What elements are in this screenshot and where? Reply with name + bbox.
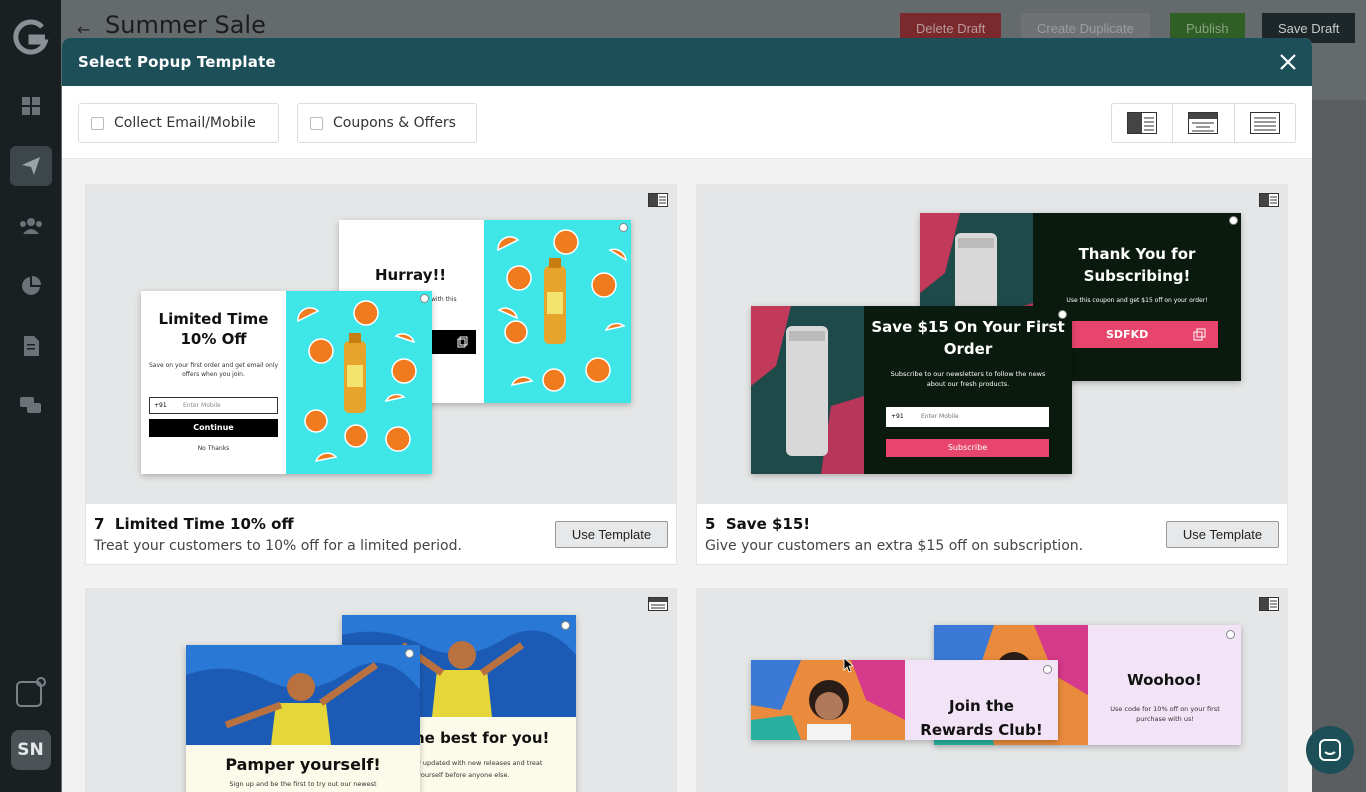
layout-split-icon	[648, 193, 668, 207]
close-icon	[561, 621, 570, 630]
close-icon	[405, 649, 414, 658]
template-card[interactable]: Woohoo! Use code for 10% off on your fir…	[696, 588, 1288, 792]
template-preview: Hurray!! with this Limited Time 10% Off …	[86, 185, 676, 504]
notification-icon[interactable]	[15, 676, 47, 712]
popup-text: Save on your first order and get email o…	[148, 362, 279, 378]
close-icon[interactable]	[1274, 48, 1302, 76]
popup-text: Use code for 10% off on your first purch…	[1110, 705, 1220, 723]
use-template-button[interactable]: Use Template	[1166, 521, 1279, 548]
layout-banner-icon[interactable]	[1173, 104, 1235, 142]
popup-preview-front: Save $15 On Your First Order Subscribe t…	[751, 306, 1072, 474]
oranges-image	[484, 220, 631, 403]
popup-text: Subscribe to our newsletters to follow t…	[890, 370, 1046, 388]
users-icon[interactable]	[10, 206, 52, 246]
template-preview: Woohoo! Use code for 10% off on your fir…	[697, 589, 1287, 792]
close-icon	[1043, 665, 1052, 674]
popup-text: with this	[431, 296, 457, 303]
checkbox[interactable]	[91, 116, 104, 130]
template-title: 7 Limited Time 10% off	[94, 515, 294, 533]
layout-split-icon	[1259, 193, 1279, 207]
chat-icon[interactable]	[10, 386, 52, 426]
copy-code-box	[429, 330, 476, 354]
filter-bar: Collect Email/Mobile Coupons & Offers	[62, 86, 1312, 159]
template-modal: Select Popup Template Collect Email/Mobi…	[62, 38, 1312, 792]
popup-title: Save $15 On Your First Order	[871, 318, 1065, 358]
filter-label: Collect Email/Mobile	[114, 115, 256, 131]
popup-title: Pamper yourself!	[225, 755, 381, 774]
popup-preview-front: Pamper yourself! Sign up and be the firs…	[186, 645, 420, 792]
template-preview: Thank You for Subscribing! Use this coup…	[697, 185, 1287, 504]
layout-split-icon[interactable]	[1112, 104, 1174, 142]
modal-header: Select Popup Template	[62, 38, 1312, 86]
template-card[interactable]: he best for you! y updated with new rele…	[85, 588, 677, 792]
modal-title: Select Popup Template	[78, 53, 276, 71]
documents-icon[interactable]	[10, 326, 52, 366]
template-description: Give your customers an extra $15 off on …	[705, 538, 1084, 554]
popup-text: y updated with new releases and treat yo…	[417, 759, 543, 779]
popup-title: Woohoo!	[1127, 671, 1202, 689]
close-icon	[1229, 216, 1238, 225]
popup-text: Sign up and be the first to try out our …	[229, 780, 377, 788]
analytics-icon[interactable]	[10, 266, 52, 306]
popup-button: Continue	[149, 419, 278, 437]
close-icon	[1226, 630, 1235, 639]
template-title: 5 Save $15!	[705, 515, 811, 533]
template-description: Treat your customers to 10% off for a li…	[94, 538, 462, 554]
coupons-filter[interactable]: Coupons & Offers	[297, 103, 477, 143]
collect-email-filter[interactable]: Collect Email/Mobile	[78, 103, 279, 143]
popup-text: Use this coupon and get $15 off on your …	[1066, 297, 1208, 304]
popup-preview-front: Limited Time 10% Off Save on your first …	[141, 291, 432, 474]
chat-icon	[1319, 739, 1341, 761]
template-card[interactable]: Thank You for Subscribing! Use this coup…	[696, 184, 1288, 565]
phone-input: +91 Enter Mobile	[149, 397, 278, 414]
use-template-button[interactable]: Use Template	[555, 521, 668, 548]
layout-split-icon	[1259, 597, 1279, 611]
close-icon	[1058, 310, 1067, 319]
mural-image	[751, 660, 905, 740]
template-card[interactable]: Hurray!! with this Limited Time 10% Off …	[85, 184, 677, 565]
popup-skip-link: No Thanks	[197, 445, 230, 452]
close-icon	[619, 223, 628, 232]
layout-selector	[1111, 103, 1296, 143]
back-arrow-icon[interactable]: ←	[77, 20, 90, 39]
popup-title: he best for you!	[414, 729, 550, 747]
close-icon	[420, 294, 429, 303]
campaigns-icon[interactable]	[9, 146, 52, 186]
page-title: Summer Sale	[105, 11, 266, 39]
popup-title: Thank You for Subscribing!	[1078, 245, 1196, 285]
popup-preview-front: Join the Rewards Club!	[751, 660, 1058, 740]
phone-input: +91 Enter Mobile	[886, 407, 1049, 427]
avatar[interactable]: SN	[10, 730, 51, 770]
product-image	[751, 306, 864, 474]
chat-support-button[interactable]	[1306, 726, 1354, 774]
oranges-image	[286, 291, 432, 474]
sidebar: SN	[0, 0, 61, 792]
popup-title: Limited Time 10% Off	[158, 310, 269, 348]
popup-title: Join the Rewards Club!	[920, 697, 1043, 739]
mouse-cursor-icon	[843, 657, 855, 673]
pool-image	[186, 645, 420, 745]
layout-banner-icon	[648, 597, 668, 611]
background-panel	[1311, 100, 1366, 792]
brand-logo	[12, 19, 49, 55]
checkbox[interactable]	[310, 116, 323, 130]
dashboard-icon[interactable]	[10, 86, 52, 126]
popup-button: Subscribe	[886, 439, 1049, 457]
template-preview: he best for you! y updated with new rele…	[86, 589, 676, 792]
popup-title: Hurray!!	[375, 266, 447, 284]
layout-text-icon[interactable]	[1235, 104, 1295, 142]
coupon-code-box: SDFKD	[1072, 321, 1218, 348]
template-grid: Hurray!! with this Limited Time 10% Off …	[62, 159, 1312, 792]
filter-label: Coupons & Offers	[333, 115, 456, 131]
